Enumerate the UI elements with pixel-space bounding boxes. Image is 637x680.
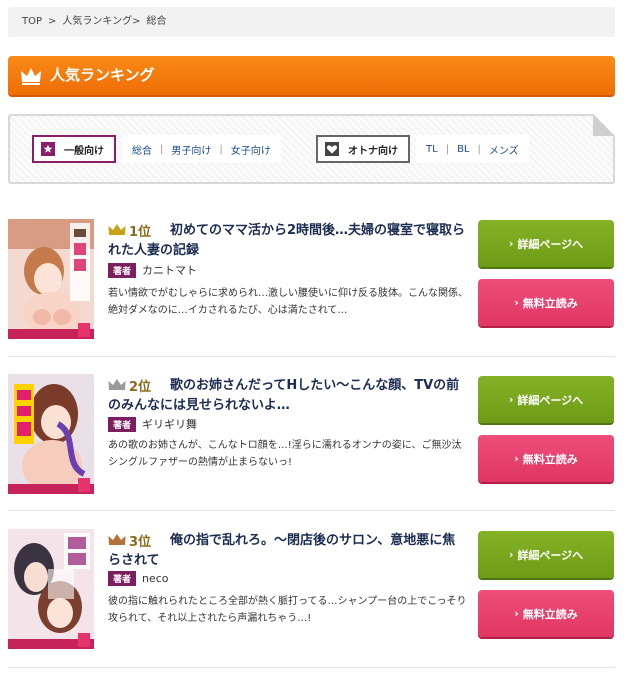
breadcrumb-current: 総合 xyxy=(146,16,167,27)
detail-button-label: 詳細ページへ xyxy=(517,237,584,251)
heart-icon xyxy=(324,141,340,157)
ranking-item: 3位 俺の指で乱れろ。～閉店後のサロン、意地悪に焦らされて 著者 neco 彼の指… xyxy=(8,529,615,668)
adult-tag: オトナ向け xyxy=(316,135,410,163)
item-description: あの歌のお姉さんが、こんなトロ顔を…!淫らに濡れるオンナの姿に、ご無沙汰シングル… xyxy=(108,440,462,468)
detail-button-label: 詳細ページへ xyxy=(517,393,584,407)
filter-link-bl[interactable]: BL xyxy=(457,144,469,155)
cover-image[interactable] xyxy=(8,374,94,494)
author-badge: 著者 xyxy=(108,416,137,432)
author-badge: 著者 xyxy=(108,262,137,278)
filter-link-male[interactable]: 男子向け xyxy=(171,142,211,157)
author-row: 著者 neco xyxy=(108,571,169,586)
category-filter: 一般向け 総合 | 男子向け | 女子向け オトナ向け TL | BL | メンズ xyxy=(8,114,615,184)
general-links: 総合 | 男子向け | 女子向け xyxy=(122,135,281,163)
general-tag: 一般向け xyxy=(32,135,116,163)
item-description: 若い情欲でがむしゃらに求められ…激しい腰使いに仰け反る肢体。こんな関係、絶対ダメ… xyxy=(108,288,468,316)
chevron-right-icon: › xyxy=(508,393,514,406)
detail-page-button[interactable]: › 詳細ページへ xyxy=(478,531,614,578)
filter-link-tl[interactable]: TL xyxy=(426,144,438,155)
breadcrumb-separator: > xyxy=(132,16,141,27)
free-read-button[interactable]: › 無料立読み xyxy=(478,590,614,637)
detail-button-label: 詳細ページへ xyxy=(517,548,584,562)
breadcrumb-ranking[interactable]: 人気ランキング xyxy=(62,7,132,37)
general-tag-label: 一般向け xyxy=(64,145,104,157)
adult-links: TL | BL | メンズ xyxy=(416,135,529,163)
read-button-label: 無料立読み xyxy=(522,296,578,310)
chevron-right-icon: › xyxy=(508,548,514,561)
detail-page-button[interactable]: › 詳細ページへ xyxy=(478,376,614,423)
free-read-button[interactable]: › 無料立読み xyxy=(478,435,614,482)
cover-image[interactable] xyxy=(8,529,94,649)
book-star-icon xyxy=(40,141,56,157)
page-title: 人気ランキング xyxy=(50,66,155,84)
author-name[interactable]: カニトマト xyxy=(142,262,197,278)
author-name[interactable]: ギリギリ舞 xyxy=(142,416,197,432)
adult-tag-label: オトナ向け xyxy=(348,145,398,157)
crown-icon xyxy=(21,68,41,85)
read-button-label: 無料立読み xyxy=(522,607,578,621)
detail-page-button[interactable]: › 詳細ページへ xyxy=(478,220,614,267)
ranking-item: 1位 初めてのママ活から2時間後…夫婦の寝室で寝取られた人妻の記録 著者 カニトマ… xyxy=(8,219,615,357)
breadcrumb-top[interactable]: TOP xyxy=(22,7,42,37)
general-group: 一般向け 総合 | 男子向け | 女子向け xyxy=(32,133,281,165)
author-badge: 著者 xyxy=(108,571,137,586)
filter-link-female[interactable]: 女子向け xyxy=(231,142,271,157)
chevron-right-icon: › xyxy=(508,237,514,250)
author-row: 著者 カニトマト xyxy=(108,262,197,278)
divider: | xyxy=(160,143,164,155)
breadcrumb: TOP > 人気ランキング> 総合 xyxy=(8,7,615,37)
filter-link-overall[interactable]: 総合 xyxy=(132,142,152,157)
free-read-button[interactable]: › 無料立読み xyxy=(478,279,614,326)
divider: | xyxy=(477,143,481,155)
ranking-item: 2位 歌のお姉さんだってHしたい～こんな顔、TVの前のみんなには見せられないよ…… xyxy=(8,374,615,511)
cover-image[interactable] xyxy=(8,219,94,339)
breadcrumb-separator: > xyxy=(48,16,57,27)
chevron-right-icon: › xyxy=(514,452,519,465)
ranking-header: 人気ランキング xyxy=(8,56,615,95)
chevron-right-icon: › xyxy=(514,296,519,309)
item-description: 彼の指に触れられたところ全部が熱く脈打ってる…シャンプー台の上でこっそり攻られて… xyxy=(108,596,467,624)
author-row: 著者 ギリギリ舞 xyxy=(108,416,197,432)
filter-link-mens[interactable]: メンズ xyxy=(489,142,519,157)
divider: | xyxy=(445,143,450,155)
author-name[interactable]: neco xyxy=(142,572,169,585)
chevron-right-icon: › xyxy=(514,607,519,620)
item-title[interactable]: 初めてのママ活から2時間後…夫婦の寝室で寝取られた人妻の記録 xyxy=(108,221,468,261)
adult-group: オトナ向け TL | BL | メンズ xyxy=(316,133,529,165)
read-button-label: 無料立読み xyxy=(522,452,578,466)
item-title[interactable]: 俺の指で乱れろ。～閉店後のサロン、意地悪に焦らされて xyxy=(108,531,468,571)
divider: | xyxy=(219,143,223,155)
item-title[interactable]: 歌のお姉さんだってHしたい～こんな顔、TVの前のみんなには見せられないよ… xyxy=(108,376,468,416)
page-fold-decoration xyxy=(593,114,615,136)
